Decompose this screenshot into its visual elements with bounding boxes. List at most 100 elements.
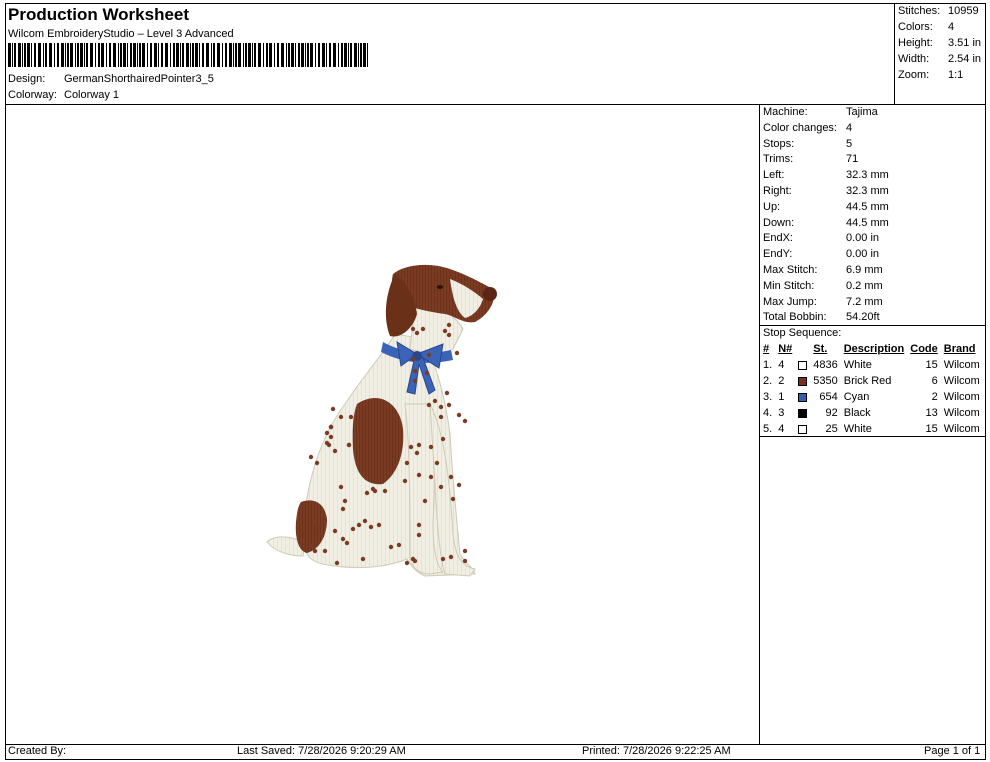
machine-info-value: 54.20ft (846, 311, 880, 324)
stop-brand: Wilcom (943, 407, 980, 419)
stop-sequence-row: 3. 1 654 Cyan 2 Wilcom (760, 389, 983, 405)
machine-info-label: EndY: (763, 248, 793, 261)
machine-info-value: 0.2 mm (846, 279, 883, 292)
summary-value: 2.54 in (948, 53, 982, 65)
stop-code: 13 (925, 407, 938, 419)
stop-description: Black (843, 407, 871, 419)
colorway-label: Colorway: (8, 89, 57, 101)
stop-num: 3. (763, 391, 773, 403)
page-number: Page 1 of 1 (924, 745, 981, 757)
col-needle: N# (778, 343, 793, 355)
machine-info-label: Max Jump: (763, 295, 817, 308)
page-title: Production Worksheet (8, 5, 190, 24)
machine-info-label: Min Stitch: (763, 279, 815, 292)
col-num: # (763, 343, 770, 355)
machine-info-value: 44.5 mm (846, 200, 889, 213)
color-swatch-cell (795, 357, 810, 373)
col-code: Code (910, 343, 938, 355)
stop-needle: 4 (778, 423, 785, 435)
machine-info-label: Right: (763, 185, 792, 197)
machine-info-value: 44.5 mm (846, 216, 889, 229)
stop-stitches: 5350 (813, 375, 838, 387)
stop-sequence-row: 5. 4 25 White 15 Wilcom (760, 421, 983, 437)
stop-num: 1. (763, 359, 773, 371)
design-value: GermanShorthairedPointer3_5 (64, 73, 214, 85)
machine-info-value: 0.00 in (846, 232, 880, 245)
machine-info-value: 7.2 mm (846, 295, 883, 308)
machine-info-value: 4 (846, 121, 853, 134)
stop-brand: Wilcom (943, 391, 980, 403)
colorway-value: Colorway 1 (64, 89, 120, 101)
stop-description: Cyan (843, 391, 870, 403)
color-swatch (798, 424, 808, 434)
stop-num: 4. (763, 407, 773, 419)
summary-label: Width: (898, 53, 930, 65)
color-swatch-cell (795, 405, 810, 421)
color-swatch (798, 392, 808, 402)
footer-frame (5, 744, 986, 760)
created-by: Created By: (8, 745, 67, 757)
stop-sequence-row: 1. 4 4836 White 15 Wilcom (760, 357, 983, 373)
stop-brand: Wilcom (943, 359, 980, 371)
machine-info-value: Tajima (846, 106, 878, 118)
stop-sequence-row: 4. 3 92 Black 13 Wilcom (760, 405, 983, 421)
summary-label: Height: (898, 37, 933, 49)
dog-embroidery-image (266, 264, 497, 577)
stop-sequence-divider (759, 325, 986, 326)
stop-sequence-title: Stop Sequence: (763, 327, 842, 339)
stop-code: 15 (925, 423, 938, 435)
printed-date: Printed: 7/28/2026 9:22:25 AM (582, 745, 731, 757)
stop-stitches: 654 (819, 391, 838, 403)
summary-value: 3.51 in (948, 37, 982, 49)
summary-label: Stitches: (898, 5, 941, 17)
machine-info-label: EndX: (763, 232, 793, 245)
machine-info-label: Stops: (763, 137, 795, 150)
color-swatch (798, 360, 808, 370)
stop-description: Brick Red (843, 375, 892, 387)
software-label: Wilcom EmbroideryStudio – Level 3 Advanc… (8, 28, 234, 40)
stop-code: 15 (925, 359, 938, 371)
stop-brand: Wilcom (943, 375, 980, 387)
barcode-icon (8, 43, 368, 67)
machine-info-label: Trims: (763, 153, 794, 166)
stop-stitches: 92 (825, 407, 838, 419)
design-preview (5, 104, 760, 745)
machine-info-label: Max Stitch: (763, 264, 818, 276)
machine-info-label: Color changes: (763, 121, 837, 134)
stop-stitches: 4836 (813, 359, 838, 371)
stop-needle: 3 (778, 407, 785, 419)
machine-info-value: 32.3 mm (846, 185, 889, 197)
summary-label: Colors: (898, 21, 933, 33)
machine-info-label: Up: (763, 200, 781, 213)
machine-info-value: 32.3 mm (846, 169, 889, 182)
design-label: Design: (8, 73, 46, 85)
stop-needle: 4 (778, 359, 785, 371)
stop-code: 6 (931, 375, 938, 387)
stop-num: 5. (763, 423, 773, 435)
summary-value: 1:1 (948, 69, 964, 81)
col-description: Description (843, 343, 905, 355)
stop-brand: Wilcom (943, 423, 980, 435)
stop-needle: 2 (778, 375, 785, 387)
machine-info-label: Machine: (763, 106, 808, 118)
machine-info-label: Down: (763, 216, 795, 229)
stop-needle: 1 (778, 391, 785, 403)
stop-description: White (843, 423, 872, 435)
last-saved: Last Saved: 7/28/2026 9:20:29 AM (237, 745, 406, 757)
color-swatch (798, 408, 808, 418)
machine-info-label: Left: (763, 169, 785, 182)
color-swatch-cell (795, 421, 810, 437)
machine-info-value: 6.9 mm (846, 264, 883, 276)
stop-code: 2 (931, 391, 938, 403)
stop-table-bottom (759, 436, 986, 437)
machine-info-label: Total Bobbin: (763, 311, 827, 324)
stop-stitches: 25 (825, 423, 838, 435)
machine-info-value: 0.00 in (846, 248, 880, 261)
summary-value: 10959 (948, 5, 979, 17)
color-swatch-cell (795, 373, 810, 389)
summary-label: Zoom: (898, 69, 930, 81)
machine-info-value: 71 (846, 153, 859, 166)
summary-value: 4 (948, 21, 955, 33)
stop-sequence-row: 2. 2 5350 Brick Red 6 Wilcom (760, 373, 983, 389)
machine-info-value: 5 (846, 137, 853, 150)
